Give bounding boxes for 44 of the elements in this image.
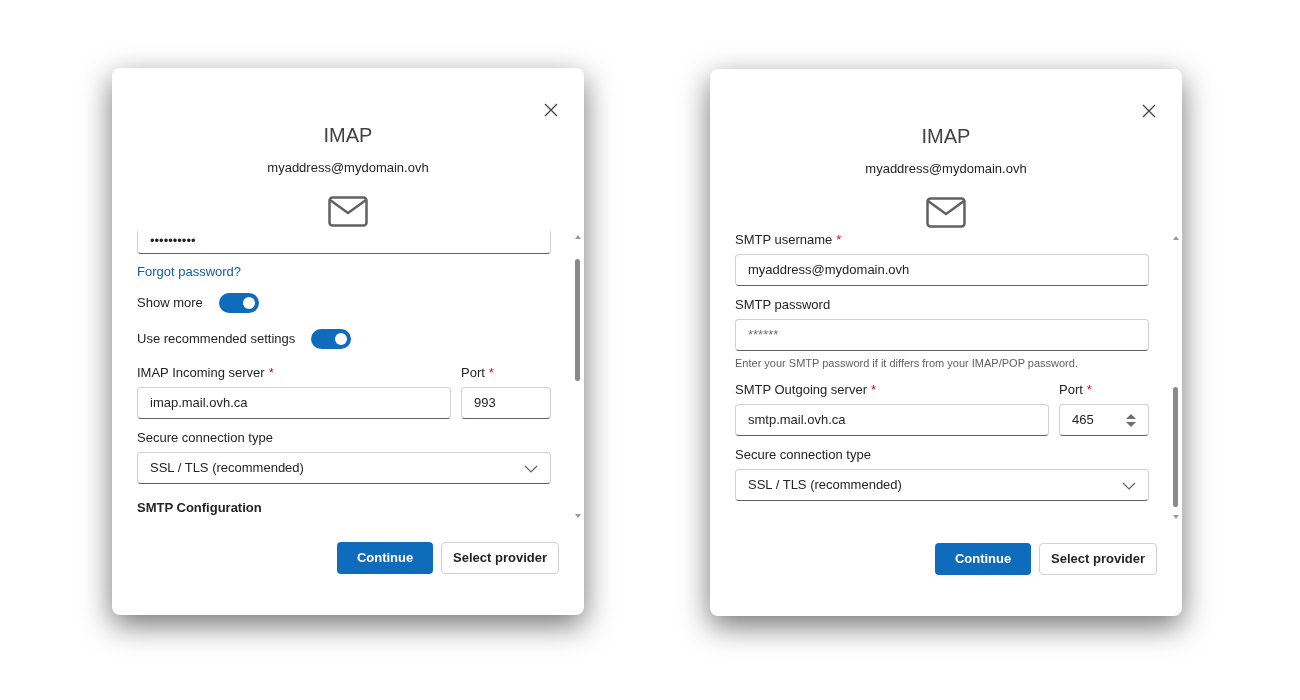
chevron-down-icon <box>524 464 538 473</box>
mail-icon <box>328 195 368 227</box>
input-field[interactable]: myaddress@mydomain.ovh <box>735 253 1149 286</box>
section-heading: SMTP Configuration <box>137 499 263 517</box>
continue-button[interactable]: Continue <box>337 541 434 574</box>
field-label: SMTP password <box>735 296 831 313</box>
field-label: Secure connection type <box>137 430 273 446</box>
field-label: SMTP username <box>735 231 833 248</box>
required-mark: * <box>871 382 877 398</box>
chevron-down-icon <box>1122 481 1136 490</box>
hint-text: Enter your SMTP password if it differs from your IMAP/POP password. <box>735 355 1079 371</box>
continue-button[interactable]: Continue <box>935 542 1032 575</box>
forgot-password-link[interactable]: Forgot password? <box>137 263 242 279</box>
field-label: Secure connection type <box>735 447 871 463</box>
close-icon <box>1142 104 1156 118</box>
mail-icon <box>926 196 966 228</box>
select-provider-button[interactable]: Select provider <box>1039 542 1157 575</box>
dropdown-field[interactable]: SSL / TLS (recommended) <box>137 452 551 484</box>
close-icon <box>544 103 558 117</box>
input-field[interactable]: ****** <box>735 318 1149 351</box>
required-mark: * <box>836 231 842 248</box>
spinner-icon[interactable] <box>1126 413 1136 427</box>
field-label: Port <box>1059 382 1083 398</box>
input-field[interactable]: 993 <box>461 387 551 419</box>
field-label: Port <box>461 365 485 381</box>
input-field[interactable]: •••••••••• <box>137 230 551 254</box>
select-provider-button[interactable]: Select provider <box>441 541 559 574</box>
input-field[interactable]: smtp.mail.ovh.ca <box>735 404 1049 436</box>
toggle-switch[interactable] <box>311 329 352 349</box>
field-label: SMTP Outgoing server <box>735 382 867 398</box>
required-mark: * <box>268 365 274 381</box>
email-address: myaddress@mydomain.ovh <box>865 160 1027 178</box>
email-address: myaddress@mydomain.ovh <box>267 159 429 177</box>
dialog-title: IMAP <box>323 123 373 148</box>
toggle-label: Show more <box>137 294 203 313</box>
dropdown-field[interactable]: SSL / TLS (recommended) <box>735 469 1149 501</box>
input-field[interactable]: imap.mail.ovh.ca <box>137 387 451 419</box>
dialog-title: IMAP <box>921 124 971 149</box>
input-field[interactable]: 465 <box>1059 404 1149 436</box>
field-label: IMAP Incoming server <box>137 365 265 381</box>
toggle-label: Use recommended settings <box>137 330 296 349</box>
required-mark: * <box>488 365 494 381</box>
toggle-switch[interactable] <box>218 293 259 313</box>
required-mark: * <box>1086 382 1092 398</box>
